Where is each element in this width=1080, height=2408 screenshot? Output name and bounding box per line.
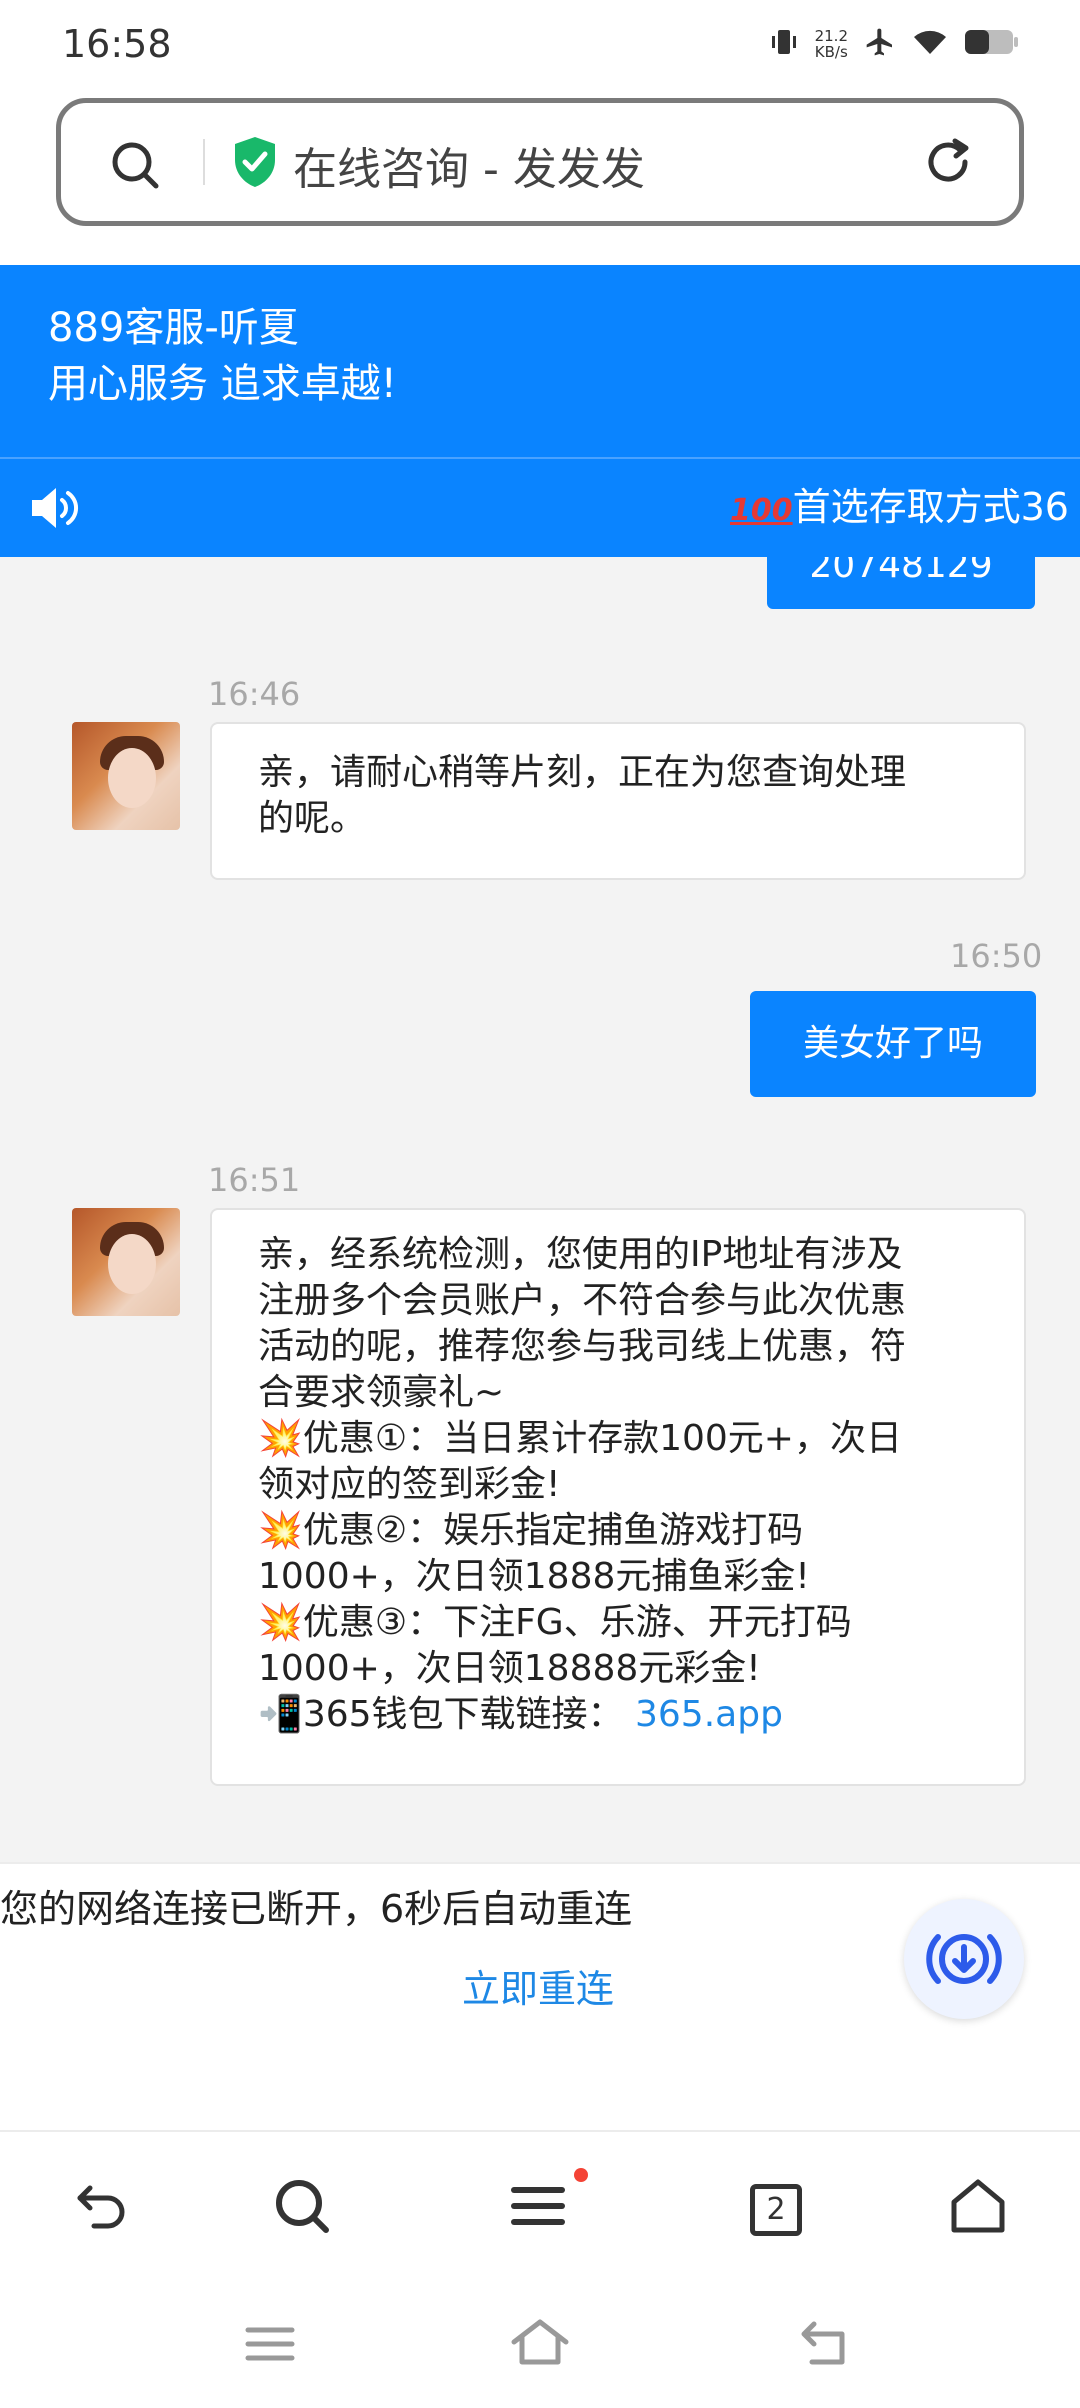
search-icon[interactable] <box>109 139 161 195</box>
chat-messages[interactable]: 20748129 16:46 亲，请耐心稍等片刻，正在为您查询处理 的呢。 16… <box>0 557 1080 1862</box>
message-line: 💥优惠①：当日累计存款100元+，次日 <box>258 1418 902 1459</box>
battery-icon <box>964 27 1020 61</box>
agent-slogan: 用心服务 追求卓越! <box>48 361 397 407</box>
message-line: 活动的呢，推荐您参与我司线上优惠，符 <box>258 1326 907 1367</box>
menu-icon[interactable] <box>506 2174 570 2242</box>
page-title[interactable]: 在线咨询 - 发发发 <box>293 133 645 197</box>
incoming-message: 亲，请耐心稍等片刻，正在为您查询处理 的呢。 <box>210 722 1026 880</box>
network-speed-value: 21.2 <box>814 27 848 45</box>
download-link-label: 📲365钱包下载链接： <box>258 1694 624 1735</box>
announcement-text: 首选存取方式36 <box>792 485 1069 529</box>
message-line: 的呢。 <box>258 798 367 839</box>
search-icon[interactable] <box>270 2174 334 2242</box>
download-fab[interactable] <box>904 1899 1024 2019</box>
system-back-icon[interactable] <box>798 2318 850 2370</box>
chat-header: 889客服-听夏 用心服务 追求卓越! 100首选存取方式36 <box>0 265 1080 557</box>
wifi-icon <box>912 27 948 61</box>
agent-name: 889客服-听夏 <box>48 305 299 351</box>
back-icon[interactable] <box>70 2174 134 2242</box>
system-navigation-bar <box>0 2280 1080 2408</box>
notification-dot <box>574 2168 588 2182</box>
header-divider <box>0 457 1080 459</box>
network-speed: 21.2 KB/s <box>815 28 848 60</box>
agent-avatar <box>72 1208 180 1316</box>
hundred-points-icon: 100 <box>730 493 793 528</box>
system-home-icon[interactable] <box>508 2318 572 2370</box>
address-bar-divider <box>203 139 205 185</box>
download-icon <box>904 1934 1024 2023</box>
address-bar[interactable]: 在线咨询 - 发发发 <box>56 98 1024 226</box>
incoming-message: 亲，经系统检测，您使用的IP地址有涉及 注册多个会员账户，不符合参与此次优惠 活… <box>210 1208 1026 1786</box>
message-text: 美女好了吗 <box>802 1023 983 1064</box>
outgoing-message: 20748129 <box>767 557 1035 609</box>
status-bar: 16:58 21.2 KB/s <box>0 0 1080 90</box>
message-line: 亲，请耐心稍等片刻，正在为您查询处理 <box>258 752 907 793</box>
status-time: 16:58 <box>62 22 172 66</box>
message-text: 20748129 <box>809 557 993 586</box>
network-status-text: 您的网络连接已断开，6秒后自动重连 <box>0 1887 633 1931</box>
message-line: 1000+，次日领18888元彩金! <box>258 1648 761 1689</box>
message-time: 16:50 <box>950 937 1043 975</box>
message-line: 1000+，次日领1888元捕鱼彩金! <box>258 1556 810 1597</box>
network-status-banner: 您的网络连接已断开，6秒后自动重连 立即重连 <box>0 1862 1080 2130</box>
agent-avatar <box>72 722 180 830</box>
vibrate-icon <box>769 27 799 61</box>
airplane-icon <box>864 26 896 62</box>
message-line: 领对应的签到彩金! <box>258 1464 561 1505</box>
message-line: 💥优惠③：下注FG、乐游、开元打码 <box>258 1602 852 1643</box>
message-line: 合要求领豪礼~ <box>258 1372 505 1413</box>
recent-apps-icon[interactable] <box>244 2322 296 2370</box>
network-speed-unit: KB/s <box>814 43 848 61</box>
message-time: 16:46 <box>208 675 301 713</box>
shield-check-icon <box>231 135 279 193</box>
reconnect-button[interactable]: 立即重连 <box>462 1958 614 2013</box>
tabs-icon[interactable]: 2 <box>750 2184 802 2236</box>
message-time: 16:51 <box>208 1161 301 1199</box>
status-icons: 21.2 KB/s <box>769 22 1020 66</box>
home-icon[interactable] <box>946 2174 1010 2242</box>
message-line: 注册多个会员账户，不符合参与此次优惠 <box>258 1280 907 1321</box>
speaker-icon <box>28 483 82 537</box>
message-line: 💥优惠②：娱乐指定捕鱼游戏打码 <box>258 1510 804 1551</box>
message-line: 📲365钱包下载链接： 365.app <box>258 1692 978 1738</box>
outgoing-message: 美女好了吗 <box>750 991 1036 1097</box>
browser-toolbar: 2 <box>0 2130 1080 2280</box>
reload-icon[interactable] <box>921 135 975 193</box>
announcement-marquee: 100首选存取方式36 <box>730 477 1080 537</box>
download-link[interactable]: 365.app <box>635 1694 783 1735</box>
message-line: 亲，经系统检测，您使用的IP地址有涉及 <box>258 1234 903 1275</box>
